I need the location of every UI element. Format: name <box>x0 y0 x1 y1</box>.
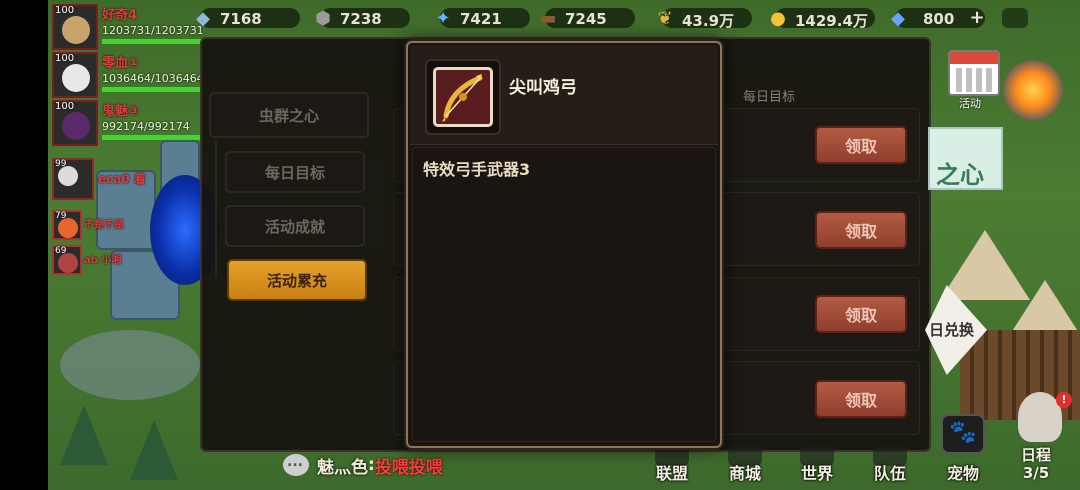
resource-gold-coin: ● 1429.4万 <box>765 4 875 32</box>
event-banner[interactable]: 之心 <box>928 127 1003 190</box>
daily-exchange-label: 日兑换 <box>929 321 975 339</box>
member-level: 100 <box>55 5 75 16</box>
resource-value: 7421 <box>460 10 502 28</box>
diamond-icon: ◆ <box>891 7 905 29</box>
resource-value: 7245 <box>565 10 607 28</box>
item-tooltip: 尖叫鸡弓 特效弓手武器3 <box>406 41 722 448</box>
hp-bar <box>102 39 205 44</box>
nav-label: 队伍 <box>873 464 906 483</box>
nav-pet[interactable]: 宠物 <box>928 446 998 490</box>
chat-separator: : <box>368 455 375 475</box>
item-slot <box>425 59 501 135</box>
schedule-label: 日程 3/5 <box>1014 446 1058 482</box>
tab-swarm-heart[interactable]: 虫群之心 <box>209 92 369 138</box>
nav-alliance[interactable]: 联盟 <box>637 446 707 490</box>
event-banner-text: 之心 <box>936 161 984 189</box>
nav-label: 联盟 <box>655 464 688 483</box>
claim-button[interactable]: 领取 <box>815 380 907 418</box>
ore-icon: ◆ <box>196 7 210 29</box>
tooltip-body <box>412 147 716 442</box>
menu-icon[interactable] <box>1002 8 1028 28</box>
resource-ore: ◆ 7168 <box>190 4 300 32</box>
nav-label: 商城 <box>728 464 761 483</box>
resource-wood: ▬ 7245 <box>535 4 635 32</box>
schedule-progress: 3/5 <box>1022 464 1050 482</box>
nav-label: 宠物 <box>946 464 979 483</box>
member-name: eca0 着 <box>98 172 146 186</box>
tab-daily-goals[interactable]: 每日目标 <box>225 151 365 193</box>
member-level: 99 <box>55 159 67 169</box>
activity-label: 活动 <box>959 97 981 110</box>
member-name: 零血① <box>102 56 140 71</box>
screen-notch-bar <box>0 0 48 490</box>
nav-label: 世界 <box>800 464 833 483</box>
member-name: 不是不是 <box>84 220 124 231</box>
member-level: 79 <box>55 211 67 221</box>
item-name: 尖叫鸡弓 <box>509 78 577 98</box>
hp-bar <box>102 135 205 140</box>
tab-event-achievements[interactable]: 活动成就 <box>225 205 365 247</box>
resource-bar: ◆ 7168 ⬢ 7238 ✦ 7421 ▬ 7245 ❦ 43.9万 ● 1429.4万 ◆ 800 + <box>190 4 996 32</box>
crystal-icon: ✦ <box>435 7 451 29</box>
chat-bubble-icon[interactable] <box>283 454 309 476</box>
chat-message: 投喂投喂 <box>374 457 443 478</box>
notification-badge: ! <box>1056 392 1072 408</box>
tooltip-header: 尖叫鸡弓 <box>410 45 718 145</box>
item-description: 特效弓手武器3 <box>423 160 531 179</box>
claim-button[interactable]: 领取 <box>815 211 907 249</box>
panel-title: 每日目标 <box>743 90 796 105</box>
chat-sender: 魅灬色 <box>317 457 368 478</box>
bow-icon <box>433 67 493 127</box>
tab-connector <box>215 140 217 278</box>
add-diamond-button[interactable]: + <box>968 9 986 28</box>
member-hp: 1203731/1203731 <box>102 24 204 37</box>
resource-value: 43.9万 <box>682 12 735 30</box>
tree <box>130 420 178 480</box>
activity-calendar-icon[interactable] <box>948 50 1000 96</box>
resource-crystal: ✦ 7421 <box>430 4 530 32</box>
claim-button[interactable]: 领取 <box>815 295 907 333</box>
member-hp: 992174/992174 <box>102 120 190 133</box>
wood-icon: ▬ <box>539 7 557 29</box>
resource-stone: ⬢ 7238 <box>310 4 410 32</box>
member-level: 69 <box>55 246 67 256</box>
nav-world[interactable]: 世界 <box>782 446 852 490</box>
member-hp: 1036464/1036464 <box>102 72 204 85</box>
resource-value: 800 <box>923 10 955 28</box>
tree <box>60 405 108 465</box>
claim-button[interactable]: 领取 <box>815 126 907 164</box>
chat-line[interactable]: 魅灬色 : 投喂投喂 <box>283 452 443 478</box>
schedule-label-text: 日程 <box>1020 446 1051 464</box>
resource-value: 7168 <box>220 10 262 28</box>
tab-event-recharge[interactable]: 活动累充 <box>227 259 367 301</box>
stone-icon: ⬢ <box>315 7 331 29</box>
nav-shop[interactable]: 商城 <box>710 446 780 490</box>
member-level: 100 <box>55 53 75 64</box>
resource-value: 1429.4万 <box>795 12 868 30</box>
member-name: ab 小湘 <box>84 255 122 266</box>
gold-coin-icon: ● <box>770 7 786 29</box>
nav-team[interactable]: 队伍 <box>855 446 925 490</box>
member-name: 好奇4 <box>102 8 138 23</box>
member-level: 100 <box>55 101 75 112</box>
wheat-icon: ❦ <box>657 7 673 29</box>
hp-bar <box>102 87 205 92</box>
resource-wheat: ❦ 43.9万 <box>652 4 752 32</box>
campfire <box>1003 60 1063 120</box>
stone-path <box>60 330 200 400</box>
member-name: 鬼魅③ <box>102 104 140 119</box>
resource-value: 7238 <box>340 10 382 28</box>
